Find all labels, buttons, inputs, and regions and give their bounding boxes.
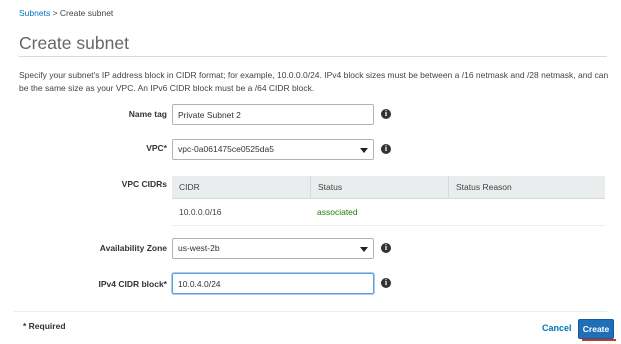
title-divider: [19, 56, 607, 57]
vpc-selected-value: vpc-0a061475ce0525da5: [178, 144, 274, 154]
cidr-cell: 10.0.0.0/16: [179, 207, 222, 217]
cancel-button[interactable]: Cancel: [542, 323, 572, 333]
column-header-status-reason: Status Reason: [448, 176, 583, 198]
table-header: CIDR Status Status Reason: [172, 176, 605, 199]
chevron-down-icon: [360, 247, 368, 252]
info-icon[interactable]: i: [381, 278, 391, 288]
vpc-cidrs-label: VPC CIDRs: [121, 179, 167, 189]
name-tag-label: Name tag: [128, 109, 167, 119]
vpc-label: VPC*: [146, 143, 167, 153]
breadcrumb-separator: >: [50, 8, 60, 18]
info-icon[interactable]: i: [381, 243, 391, 253]
footer-divider: [14, 311, 607, 312]
required-note: * Required: [23, 321, 66, 331]
breadcrumb-subnets-link[interactable]: Subnets: [19, 8, 50, 18]
chevron-down-icon: [360, 148, 368, 153]
breadcrumb-current: Create subnet: [59, 8, 114, 18]
ipv4-cidr-label: IPv4 CIDR block*: [98, 279, 168, 289]
name-tag-input[interactable]: [172, 104, 374, 125]
status-reason-cell: [448, 199, 583, 225]
vpc-cidrs-table: CIDR Status Status Reason 10.0.0.0/16 as…: [172, 176, 605, 226]
create-button[interactable]: Create: [578, 319, 614, 339]
availability-zone-select[interactable]: us-west-2b: [172, 238, 374, 259]
status-cell: associated: [317, 207, 358, 217]
info-icon[interactable]: i: [381, 109, 391, 119]
availability-zone-label: Availability Zone: [99, 243, 167, 253]
breadcrumb: Subnets > Create subnet: [19, 8, 113, 18]
table-row: 10.0.0.0/16 associated: [172, 199, 605, 226]
column-header-cidr: CIDR: [179, 182, 200, 192]
page-title: Create subnet: [19, 33, 129, 53]
page-description: Specify your subnet's IP address block i…: [19, 70, 609, 93]
vpc-select[interactable]: vpc-0a061475ce0525da5: [172, 139, 374, 160]
column-header-status: Status: [310, 176, 448, 198]
availability-zone-selected-value: us-west-2b: [178, 243, 220, 253]
ipv4-cidr-input[interactable]: [172, 273, 374, 294]
create-button-underline: [582, 339, 616, 341]
info-icon[interactable]: i: [381, 144, 391, 154]
